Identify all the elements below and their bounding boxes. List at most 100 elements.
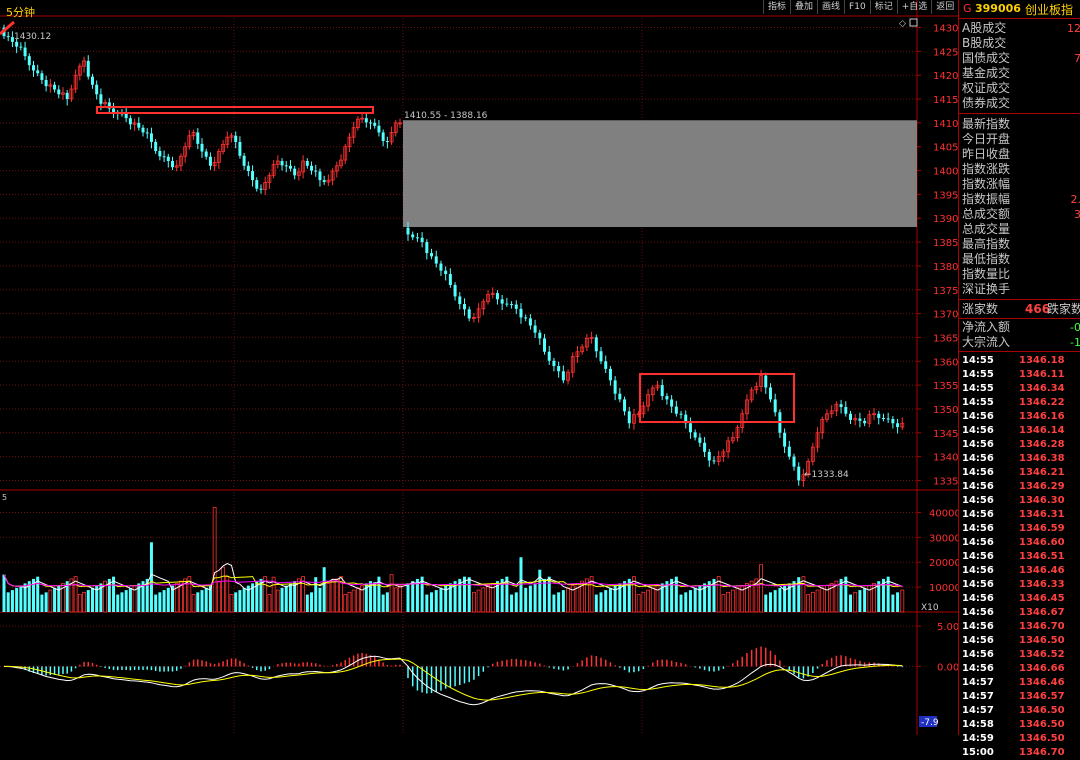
candle-body <box>505 304 508 305</box>
tick-price: 1346.50 <box>1019 718 1065 732</box>
panel-index-label: 5 <box>2 493 7 502</box>
volume-bar <box>407 583 410 612</box>
tick-time: 14:56 <box>962 494 994 508</box>
tick-time: 14:57 <box>962 690 994 704</box>
volume-bar <box>439 588 442 612</box>
candle-body <box>783 433 786 447</box>
volume-bar <box>609 588 612 612</box>
volume-bar <box>129 588 132 612</box>
candle-body <box>306 161 309 166</box>
candle-body <box>882 418 885 419</box>
kline-chart[interactable]: 1430142514201415141014051400139513901385… <box>0 0 958 735</box>
volume-bar <box>116 595 119 612</box>
flow-value: -0 <box>1070 320 1080 335</box>
toolbar-indicator-button[interactable]: 指标 <box>763 0 790 14</box>
candle-body <box>150 133 153 142</box>
tick-price: 1346.22 <box>1019 396 1065 410</box>
candle-body <box>323 180 326 182</box>
price-tick-label: 1425 <box>933 47 958 58</box>
tick-price: 1346.70 <box>1019 746 1065 760</box>
advance-label: 涨家数 <box>962 302 998 317</box>
tick-price: 1346.11 <box>1019 368 1065 382</box>
toolbar-add-watchlist-button[interactable]: +自选 <box>897 0 932 14</box>
candle-body <box>285 165 288 166</box>
candle-body <box>703 443 706 452</box>
volume-bar <box>680 595 683 612</box>
tick-price: 1346.50 <box>1019 732 1065 746</box>
volume-bar <box>289 583 292 612</box>
toolbar-f10-button[interactable]: F10 <box>844 0 870 14</box>
candle-body <box>407 228 410 235</box>
candle-body <box>53 85 56 90</box>
toolbar-drawline-button[interactable]: 画线 <box>817 0 844 14</box>
volume-bar <box>543 579 546 612</box>
side-row-label: B股成交 <box>962 36 1006 51</box>
tick-price: 1346.67 <box>1019 606 1065 620</box>
candle-body <box>844 407 847 414</box>
candle-body <box>793 457 796 467</box>
volume-bar <box>778 588 781 612</box>
candle-body <box>557 366 560 371</box>
candle-body <box>87 61 90 77</box>
tick-price: 1346.46 <box>1019 676 1065 690</box>
toolbar-overlay-button[interactable]: 叠加 <box>790 0 817 14</box>
flow-value: -1 <box>1070 335 1080 350</box>
candle-body <box>365 118 368 122</box>
volume-bar <box>548 577 551 612</box>
candle-body <box>863 421 866 423</box>
tick-time: 14:56 <box>962 522 994 536</box>
tick-price: 1346.14 <box>1019 424 1065 438</box>
side-row-label: 国债成交 <box>962 51 1010 66</box>
tick-time: 14:56 <box>962 438 994 452</box>
candle-body <box>496 293 499 299</box>
candle-body <box>524 317 527 318</box>
divider <box>959 351 1080 352</box>
index-row-value: 2. <box>1071 192 1080 207</box>
toolbar-back-button[interactable]: 返回 <box>931 0 958 14</box>
tick-time: 15:00 <box>962 746 994 760</box>
candle-body <box>548 352 551 361</box>
volume-bar <box>205 588 208 612</box>
index-row-label: 最新指数 <box>962 117 1010 132</box>
candle-body <box>137 123 140 128</box>
tick-price: 1346.66 <box>1019 662 1065 676</box>
volume-bar <box>310 592 313 612</box>
candle-body <box>468 309 471 318</box>
volume-unit-label: X10 <box>921 603 939 613</box>
candle-body <box>421 238 424 242</box>
candle-body <box>314 171 317 172</box>
side-row-value: 7 <box>1074 51 1080 66</box>
volume-bar <box>19 586 22 612</box>
candle-body <box>887 418 890 419</box>
tick-price: 1346.59 <box>1019 522 1065 536</box>
toolbar-mark-button[interactable]: 标记 <box>870 0 897 14</box>
index-row-label: 指数涨幅 <box>962 177 1010 192</box>
tick-price: 1346.70 <box>1019 620 1065 634</box>
tick-time: 14:55 <box>962 396 994 410</box>
index-row-label: 昨日收盘 <box>962 147 1010 162</box>
price-tick-label: 1430 <box>933 24 958 35</box>
tick-time: 14:57 <box>962 676 994 690</box>
price-tick-label: 1400 <box>933 167 958 178</box>
volume-bar <box>411 581 414 612</box>
candle-body <box>289 166 292 169</box>
volume-tick-label: 30000 <box>929 533 958 544</box>
index-row-label: 今日开盘 <box>962 132 1010 147</box>
candle-body <box>430 253 433 256</box>
candle-body <box>40 73 43 80</box>
candle-body <box>167 157 170 161</box>
volume-tick-label: 20000 <box>929 558 958 569</box>
price-tick-label: 1355 <box>933 381 958 392</box>
candle-body <box>163 156 166 157</box>
period-label: 5分钟 <box>6 5 35 19</box>
volume-bar <box>45 592 48 612</box>
candle-body <box>45 80 48 86</box>
candle-body <box>774 399 777 412</box>
volume-bar <box>600 592 603 612</box>
candle-body <box>665 396 668 399</box>
tick-price: 1346.29 <box>1019 480 1065 494</box>
candle-body <box>670 399 673 406</box>
volume-bar <box>557 592 560 612</box>
tick-time: 14:57 <box>962 704 994 718</box>
volume-bar <box>306 595 309 612</box>
